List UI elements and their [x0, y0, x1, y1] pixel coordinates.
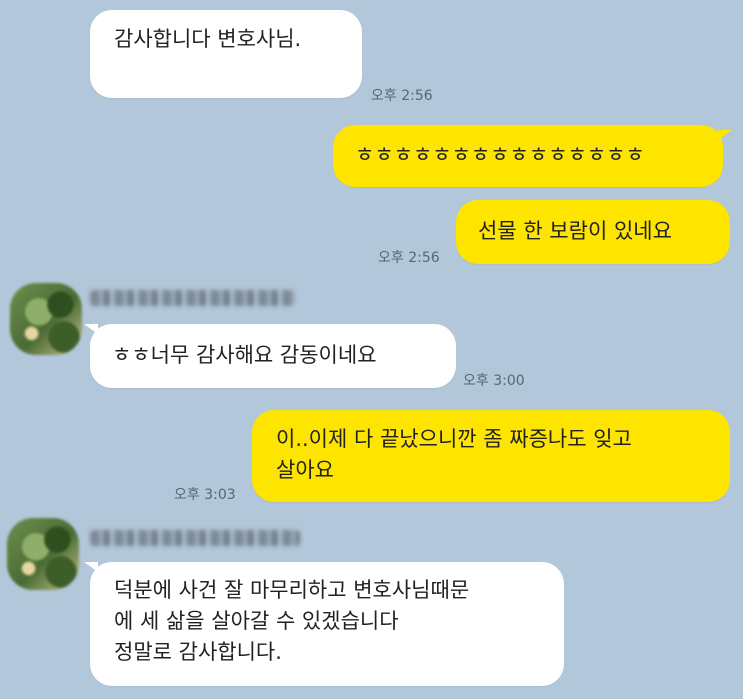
avatar[interactable]: [10, 283, 82, 355]
message-text-line: 살아요: [276, 458, 334, 482]
message-text-line: 정말로 감사합니다.: [114, 640, 282, 664]
bubble-tail: [718, 130, 732, 140]
message-timestamp: 오후 3:00: [463, 373, 525, 389]
message-text-line: 이..이제 다 끝났으니깐 좀 짜증나도 잊고: [276, 427, 632, 451]
message-text-line: 덕분에 사건 잘 마무리하고 변호사님때문: [114, 578, 470, 602]
message-bubble-incoming[interactable]: 덕분에 사건 잘 마무리하고 변호사님때문 에 세 삶을 살아갈 수 있겠습니다…: [90, 562, 564, 686]
message-timestamp: 오후 2:56: [378, 250, 440, 266]
message-bubble-outgoing[interactable]: ㅎㅎㅎㅎㅎㅎㅎㅎㅎㅎㅎㅎㅎㅎㅎ: [333, 125, 723, 187]
message-text-line: 에 세 삶을 살아갈 수 있겠습니다: [114, 609, 399, 633]
message-text: ㅎㅎ너무 감사해요 감동이네요: [112, 343, 377, 367]
message-text: 선물 한 보람이 있네요: [478, 219, 672, 243]
message-bubble-incoming[interactable]: 감사합니다 변호사님.: [90, 10, 362, 98]
message-timestamp: 오후 3:03: [174, 487, 236, 503]
avatar[interactable]: [7, 518, 79, 590]
message-bubble-outgoing[interactable]: 선물 한 보람이 있네요: [456, 200, 730, 264]
message-text: 감사합니다 변호사님.: [114, 27, 302, 51]
message-text: ㅎㅎㅎㅎㅎㅎㅎㅎㅎㅎㅎㅎㅎㅎㅎ: [355, 143, 645, 167]
message-timestamp: 오후 2:56: [371, 88, 433, 104]
message-bubble-outgoing[interactable]: 이..이제 다 끝났으니깐 좀 짜증나도 잊고 살아요: [252, 410, 730, 502]
message-bubble-incoming[interactable]: ㅎㅎ너무 감사해요 감동이네요: [90, 324, 456, 388]
sender-name: [90, 290, 295, 306]
sender-name: [90, 530, 300, 546]
